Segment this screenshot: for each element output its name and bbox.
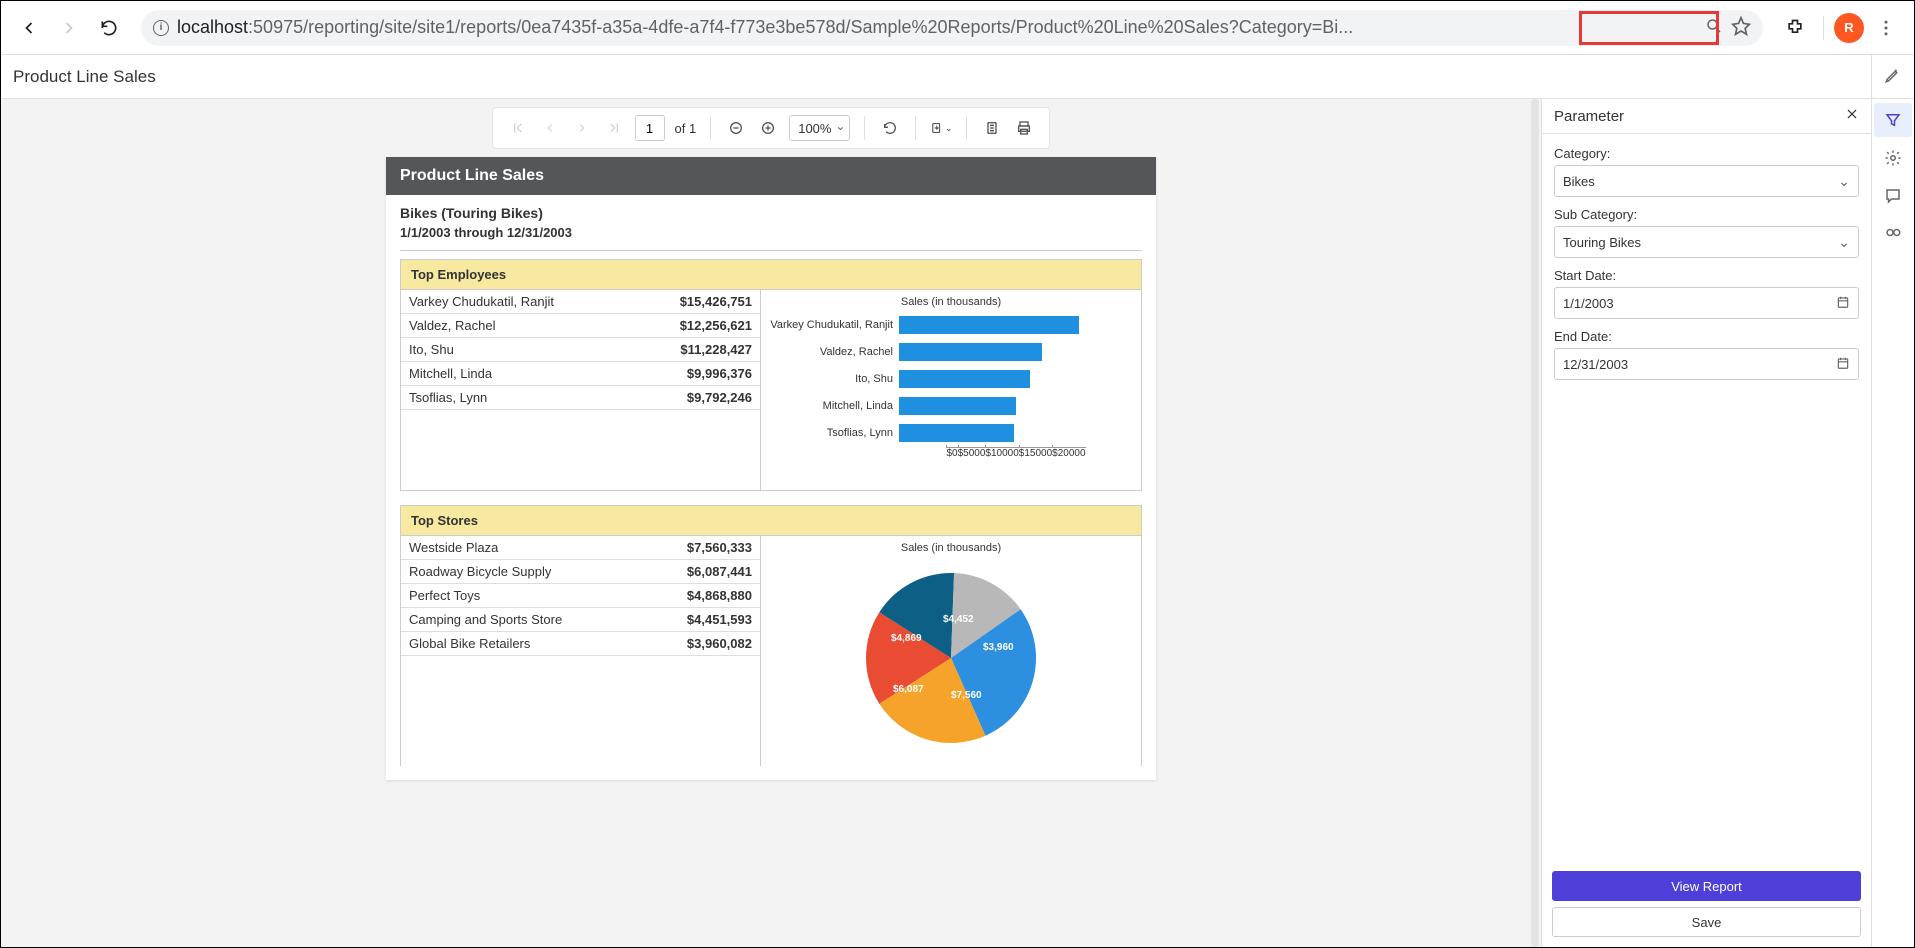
category-select[interactable]: Bikes (1554, 165, 1859, 197)
section-title: Top Stores (401, 506, 1141, 536)
section-top-stores: Top Stores Westside Plaza$7,560,333Roadw… (400, 505, 1142, 766)
prev-page-button[interactable] (539, 117, 561, 139)
first-page-button[interactable] (507, 117, 529, 139)
close-icon[interactable] (1845, 107, 1859, 125)
table-row: Perfect Toys$4,868,880 (401, 584, 760, 608)
table-row: Valdez, Rachel$12,256,621 (401, 314, 760, 338)
end-date-label: End Date: (1554, 329, 1859, 344)
parameter-panel-title: Parameter (1554, 108, 1624, 125)
viewer-toolbar: of 1 100% ⌄ (492, 107, 1051, 149)
table-row: Westside Plaza$7,560,333 (401, 536, 760, 560)
comment-icon[interactable] (1874, 179, 1912, 213)
star-icon[interactable] (1731, 16, 1751, 39)
zoom-select[interactable]: 100% (789, 115, 850, 141)
extensions-icon[interactable] (1777, 10, 1813, 46)
employees-bar-chart: Sales (in thousands) Varkey Chudukatil, … (761, 290, 1141, 490)
scrollbar[interactable] (1531, 99, 1539, 947)
page-title: Product Line Sales (13, 67, 156, 87)
calendar-icon[interactable] (1836, 295, 1850, 312)
edit-icon[interactable] (1884, 66, 1902, 87)
zoom-in-button[interactable] (757, 117, 779, 139)
start-date-label: Start Date: (1554, 268, 1859, 283)
last-page-button[interactable] (603, 117, 625, 139)
start-date-input[interactable]: 1/1/2003 (1554, 287, 1859, 319)
zoom-out-button[interactable] (725, 117, 747, 139)
address-bar[interactable]: i localhost:50975/reporting/site/site1/r… (141, 10, 1763, 46)
filter-icon[interactable] (1874, 103, 1912, 137)
kebab-menu-icon[interactable] (1868, 10, 1904, 46)
settings-icon[interactable] (1874, 141, 1912, 175)
report-subcategory: Bikes (Touring Bikes) (386, 195, 1156, 225)
subcategory-select[interactable]: Touring Bikes (1554, 226, 1859, 258)
export-button[interactable]: ⌄ (930, 117, 952, 139)
page-number-input[interactable] (635, 115, 665, 141)
side-rail (1872, 99, 1914, 947)
report-header: Product Line Sales (386, 157, 1156, 195)
report-page: Product Line Sales Bikes (Touring Bikes)… (386, 157, 1156, 780)
section-title: Top Employees (401, 260, 1141, 290)
stores-pie-chart: Sales (in thousands) $4,452 $3,960 $7,56… (761, 536, 1141, 766)
report-title-bar: Product Line Sales (1, 55, 1914, 99)
annotation-highlight (1579, 11, 1719, 45)
save-button[interactable]: Save (1552, 907, 1861, 937)
bar-row: Valdez, Rachel (769, 339, 1133, 364)
category-label: Category: (1554, 146, 1859, 161)
url-text: localhost:50975/reporting/site/site1/rep… (177, 17, 1693, 38)
end-date-input[interactable]: 12/31/2003 (1554, 348, 1859, 380)
subcategory-label: Sub Category: (1554, 207, 1859, 222)
table-row: Camping and Sports Store$4,451,593 (401, 608, 760, 632)
view-report-button[interactable]: View Report (1552, 871, 1861, 901)
forward-button[interactable] (51, 10, 87, 46)
table-row: Roadway Bicycle Supply$6,087,441 (401, 560, 760, 584)
bar-row: Tsoflias, Lynn (769, 420, 1133, 445)
table-row: Mitchell, Linda$9,996,376 (401, 362, 760, 386)
bar-row: Ito, Shu (769, 366, 1133, 391)
browser-chrome: i localhost:50975/reporting/site/site1/r… (1, 1, 1914, 55)
section-top-employees: Top Employees Varkey Chudukatil, Ranjit$… (400, 259, 1142, 491)
view-icon[interactable] (1874, 217, 1912, 251)
page-of-label: of 1 (675, 121, 697, 136)
print-button[interactable] (1013, 117, 1035, 139)
table-row: Tsoflias, Lynn$9,792,246 (401, 386, 760, 410)
parameter-panel: Parameter Category: Bikes Sub Category: … (1542, 99, 1872, 947)
employees-table: Varkey Chudukatil, Ranjit$15,426,751Vald… (401, 290, 761, 490)
back-button[interactable] (11, 10, 47, 46)
bar-row: Mitchell, Linda (769, 393, 1133, 418)
next-page-button[interactable] (571, 117, 593, 139)
table-row: Varkey Chudukatil, Ranjit$15,426,751 (401, 290, 760, 314)
site-info-icon[interactable]: i (153, 20, 169, 36)
reload-button[interactable] (91, 10, 127, 46)
report-daterange: 1/1/2003 through 12/31/2003 (386, 225, 1156, 250)
table-row: Global Bike Retailers$3,960,082 (401, 632, 760, 656)
table-row: Ito, Shu$11,228,427 (401, 338, 760, 362)
bar-row: Varkey Chudukatil, Ranjit (769, 312, 1133, 337)
calendar-icon[interactable] (1836, 356, 1850, 373)
report-viewer: of 1 100% ⌄ Product Line Sales Bikes (To… (1, 99, 1542, 947)
page-setup-button[interactable] (981, 117, 1003, 139)
refresh-button[interactable] (879, 117, 901, 139)
stores-table: Westside Plaza$7,560,333Roadway Bicycle … (401, 536, 761, 766)
profile-avatar[interactable]: R (1834, 13, 1864, 43)
divider (1823, 16, 1824, 40)
